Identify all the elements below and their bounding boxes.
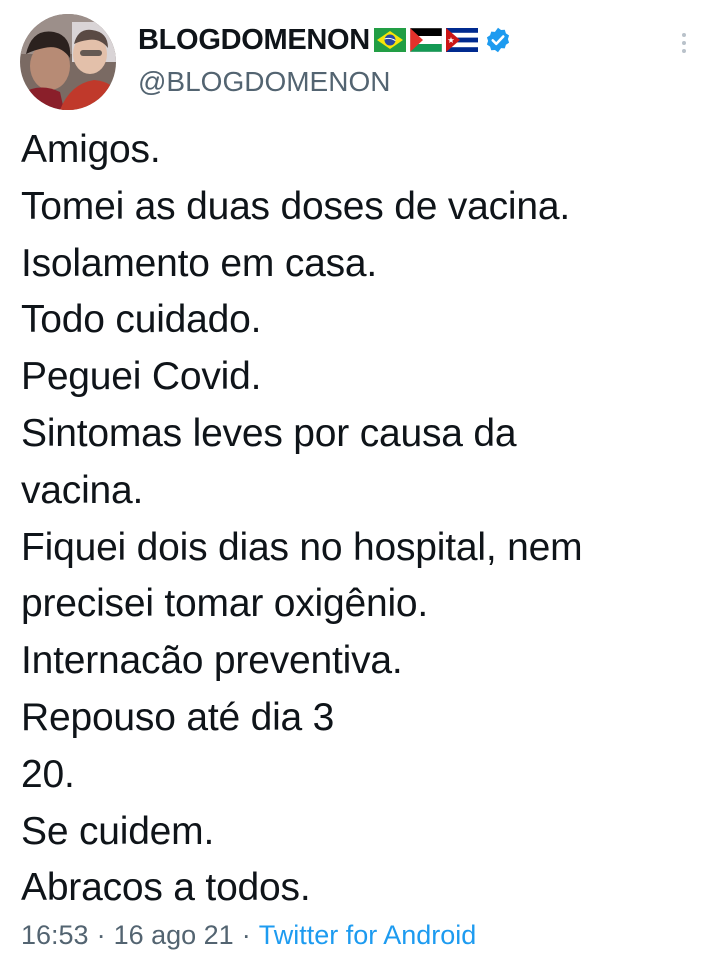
tweet-line: Sintomas leves por causa da — [21, 411, 517, 455]
tweet-source-link[interactable]: Twitter for Android — [259, 920, 477, 951]
tweet-line: vacina. — [21, 468, 144, 512]
tweet-line: 20. — [21, 752, 75, 796]
tweet-line: Internacão preventiva. — [21, 639, 403, 683]
more-dot — [682, 41, 686, 45]
tweet-line: Isolamento em casa. — [21, 241, 378, 285]
tweet-line: Amigos. — [21, 128, 161, 171]
tweet-line: Repouso até dia 3 — [21, 695, 335, 739]
cuba-flag-icon — [445, 28, 478, 52]
tweet-line: Peguei Covid. — [21, 355, 262, 399]
meta-separator: · — [96, 920, 106, 950]
tweet-date[interactable]: 16 ago 21 — [114, 920, 234, 951]
meta-separator: · — [241, 920, 251, 950]
tweet-line: Se cuidem. — [21, 809, 215, 853]
tweet-line: Fiquei dois dias no hospital, nem — [21, 525, 583, 569]
tweet-line: precisei tomar oxigênio. — [21, 582, 429, 626]
author-display-name[interactable]: BLOGDOMENON — [138, 24, 370, 57]
more-options-icon[interactable] — [672, 28, 696, 58]
avatar[interactable] — [20, 14, 116, 110]
brazil-flag-icon — [373, 28, 406, 52]
tweet-line: Todo cuidado. — [21, 298, 262, 342]
palestine-flag-icon — [409, 28, 442, 52]
more-dot — [682, 33, 686, 37]
tweet-meta: 16:53 · 16 ago 21 · Twitter for Android — [21, 920, 476, 951]
author-handle[interactable]: @BLOGDOMENON — [138, 66, 390, 98]
author-name-row: BLOGDOMENON — [138, 22, 512, 58]
tweet-header: BLOGDOMENON @BLOGDOMENON — [0, 0, 720, 120]
verified-badge-icon — [484, 26, 512, 54]
tweet-text: Amigos. Tomei as duas doses de vacina. I… — [21, 122, 711, 917]
more-dot — [682, 49, 686, 53]
tweet-time[interactable]: 16:53 — [21, 920, 89, 951]
tweet-line: Abracos a todos. — [21, 866, 311, 910]
tweet-line: Tomei as duas doses de vacina. — [21, 184, 570, 228]
